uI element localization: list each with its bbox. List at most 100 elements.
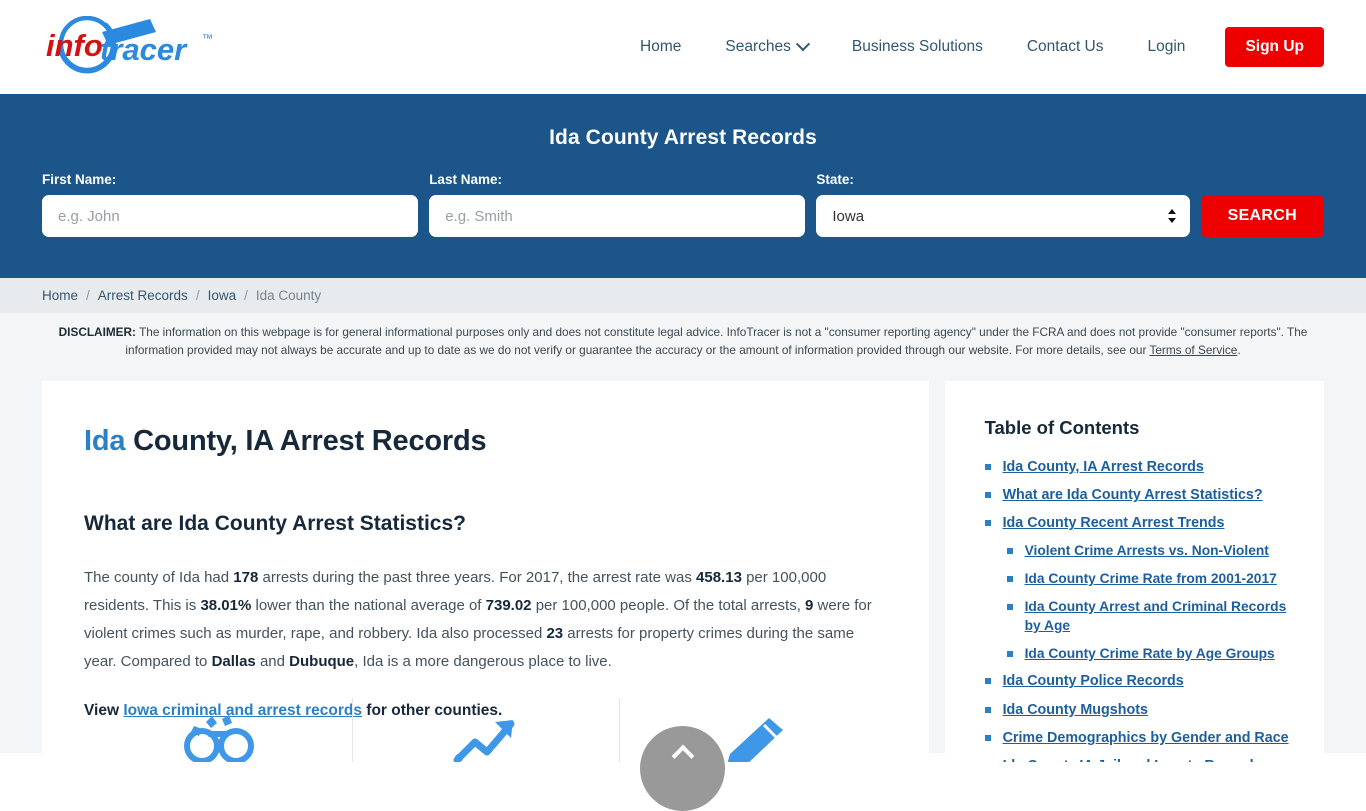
bullet-icon	[984, 491, 991, 498]
main-navigation: Home Searches Business Solutions Contact…	[618, 27, 1324, 67]
stat-total-arrests: 178	[233, 568, 259, 586]
toc-item[interactable]: Ida County, IA Arrest Records	[984, 457, 1294, 477]
toc-link[interactable]: Ida County Arrest and Criminal Records b…	[1025, 597, 1294, 636]
bullet-icon	[1006, 603, 1013, 610]
search-banner: Ida County Arrest Records First Name: La…	[0, 94, 1366, 278]
feature-icon-strip	[84, 697, 887, 762]
toc-list: Ida County, IA Arrest Records What are I…	[984, 457, 1294, 762]
bullet-icon	[1006, 650, 1013, 657]
stat-percent-lower: 38.01%	[200, 596, 252, 614]
bullet-icon	[984, 463, 991, 470]
toc-link[interactable]: Violent Crime Arrests vs. Non-Violent	[1025, 541, 1269, 561]
feature-cell-trend	[351, 697, 620, 762]
toc-link[interactable]: Ida County Police Records	[1003, 671, 1184, 691]
bullet-icon	[1006, 576, 1013, 583]
chevron-down-icon	[795, 37, 810, 52]
para-text: per 100,000 people. Of the total arrests…	[531, 596, 806, 614]
toc-item[interactable]: Ida County,IA Jail and Inmate Records	[985, 756, 1294, 761]
state-label: State:	[816, 172, 854, 187]
bullet-icon	[984, 734, 991, 741]
page-body: Ida County, IA Arrest Records What are I…	[0, 371, 1366, 762]
site-header: info tracer ™ Home Searches Business Sol…	[0, 0, 1366, 94]
nav-label: Login	[1147, 38, 1186, 55]
nav-label: Home	[640, 38, 682, 55]
para-text: , Ida is a more dangerous place to live.	[354, 652, 612, 670]
main-content-card: Ida County, IA Arrest Records What are I…	[42, 380, 929, 762]
first-name-input[interactable]	[42, 195, 419, 237]
toc-link[interactable]: Crime Demographics by Gender and Race	[1003, 728, 1289, 748]
page-title-accent: Ida	[84, 424, 126, 457]
stat-property-arrests: 23	[546, 624, 564, 642]
toc-item[interactable]: Ida County Crime Rate from 2001-2017	[985, 569, 1294, 589]
chevron-up-icon	[671, 744, 694, 768]
toc-link[interactable]: Ida County Crime Rate from 2001-2017	[1025, 569, 1277, 589]
breadcrumb-item-iowa[interactable]: Iowa	[208, 288, 237, 303]
toc-link[interactable]: Ida County Recent Arrest Trends	[1003, 513, 1225, 533]
handcuffs-icon	[183, 714, 254, 762]
toc-item[interactable]: Ida County Arrest and Criminal Records b…	[985, 597, 1294, 636]
statistics-paragraph: The county of Ida had 178 arrests during…	[84, 564, 887, 676]
compare-county-1: Dallas	[211, 652, 256, 670]
nav-item-login[interactable]: Login	[1126, 28, 1208, 66]
logo-icon: info tracer ™	[46, 16, 213, 74]
bullet-icon	[984, 706, 991, 713]
feature-cell-handcuffs	[84, 698, 352, 762]
svg-text:info: info	[46, 28, 103, 63]
last-name-input[interactable]	[429, 195, 806, 237]
sign-up-button[interactable]: Sign Up	[1225, 27, 1324, 67]
toc-item[interactable]: Ida County Crime Rate by Age Groups	[985, 644, 1294, 664]
breadcrumb-item-ida-county: Ida County	[255, 288, 322, 303]
breadcrumb-separator: /	[86, 288, 90, 303]
breadcrumb-separator: /	[195, 288, 200, 303]
stat-arrest-rate: 458.13	[696, 568, 742, 586]
toc-link[interactable]: Ida County,IA Jail and Inmate Records	[1003, 756, 1262, 761]
breadcrumb-item-home[interactable]: Home	[42, 288, 78, 303]
toc-link[interactable]: Ida County, IA Arrest Records	[1003, 457, 1204, 477]
state-select[interactable]: Iowa	[816, 195, 1190, 237]
breadcrumb-separator: /	[244, 288, 248, 303]
terms-of-service-link[interactable]: Terms of Service	[1149, 343, 1237, 357]
breadcrumb-item-arrest-records[interactable]: Arrest Records	[98, 288, 188, 303]
disclaimer-banner: DISCLAIMER: The information on this webp…	[0, 313, 1366, 372]
bullet-icon	[1006, 548, 1013, 555]
toc-item[interactable]: Violent Crime Arrests vs. Non-Violent	[985, 541, 1294, 561]
page-title-rest: County, IA Arrest Records	[125, 424, 487, 457]
disclaimer-trailing: .	[1237, 343, 1241, 358]
para-text: arrests during the past three years. For…	[258, 568, 697, 586]
first-name-field-group: First Name:	[42, 172, 419, 237]
nav-item-contact-us[interactable]: Contact Us	[1005, 28, 1126, 66]
first-name-label: First Name:	[42, 172, 117, 187]
toc-item[interactable]: Ida County Police Records	[984, 671, 1294, 691]
toc-link[interactable]: Ida County Crime Rate by Age Groups	[1025, 644, 1275, 664]
toc-item[interactable]: Ida County Recent Arrest Trends	[984, 513, 1294, 533]
nav-item-business-solutions[interactable]: Business Solutions	[830, 28, 1005, 66]
svg-text:™: ™	[202, 33, 213, 45]
section-heading-statistics: What are Ida County Arrest Statistics?	[84, 511, 466, 535]
nav-item-searches[interactable]: Searches	[703, 28, 829, 66]
toc-link[interactable]: What are Ida County Arrest Statistics?	[1003, 485, 1263, 505]
compare-county-2: Dubuque	[289, 652, 355, 670]
para-text: and	[255, 652, 290, 670]
search-button[interactable]: SEARCH	[1200, 195, 1324, 237]
table-of-contents-card: Table of Contents Ida County, IA Arrest …	[944, 380, 1324, 762]
disclaimer-label: DISCLAIMER:	[58, 325, 136, 339]
banner-title: Ida County Arrest Records	[549, 126, 817, 149]
scroll-to-top-button[interactable]	[640, 726, 725, 811]
infotracer-logo[interactable]: info tracer ™	[42, 15, 252, 79]
nav-label: Contact Us	[1026, 38, 1104, 55]
breadcrumb: Home / Arrest Records / Iowa / Ida Count…	[0, 278, 1366, 313]
toc-item[interactable]: Crime Demographics by Gender and Race	[984, 728, 1294, 748]
para-text: lower than the national average of	[251, 596, 486, 614]
toc-item[interactable]: What are Ida County Arrest Statistics?	[984, 485, 1294, 505]
toc-title: Table of Contents	[984, 416, 1140, 438]
nav-label: Searches	[725, 38, 791, 55]
state-field-group: State: Iowa	[816, 172, 1190, 237]
trending-up-chart-icon	[453, 719, 515, 762]
toc-link[interactable]: Ida County Mugshots	[1003, 700, 1148, 720]
state-select-wrapper: Iowa	[816, 195, 1190, 237]
last-name-field-group: Last Name:	[429, 172, 806, 237]
stat-national-average: 739.02	[485, 596, 532, 614]
nav-label: Business Solutions	[851, 38, 983, 55]
nav-item-home[interactable]: Home	[618, 28, 703, 66]
toc-item[interactable]: Ida County Mugshots	[984, 700, 1294, 720]
